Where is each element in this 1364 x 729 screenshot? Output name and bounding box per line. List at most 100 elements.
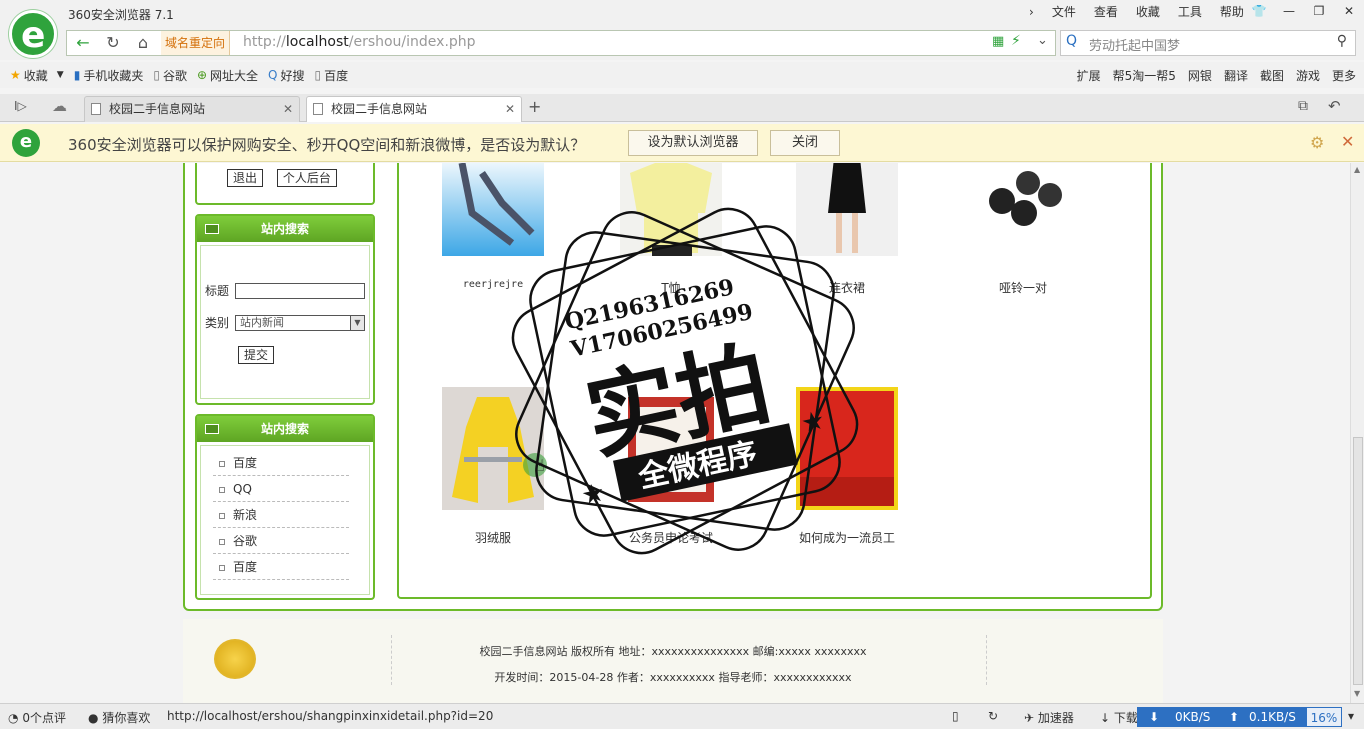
bookmark-favorites[interactable]: ★ 收藏 ▼ [10, 67, 64, 84]
home-button[interactable]: ⌂ [131, 31, 155, 55]
watermark-stamp: Q2196316269 V17060256499 实拍 全微程序 ★ ★ [511, 207, 859, 555]
download-speed: 0KB/S [1175, 710, 1211, 724]
close-icon[interactable]: ✕ [1341, 132, 1354, 151]
tab-2[interactable]: 校园二手信息网站 ✕ [306, 96, 522, 122]
title-input[interactable] [235, 283, 365, 299]
footer-credits: 开发时间：2015-04-28 作者：xxxxxxxxxx 指导老师：xxxxx… [494, 671, 852, 684]
bookmark-mobile[interactable]: ▮ 手机收藏夹 [74, 67, 144, 84]
menu-chevron-icon[interactable]: › [1020, 4, 1043, 20]
link-item[interactable]: 百度 [213, 450, 349, 476]
close-window-button[interactable]: ✕ [1334, 0, 1364, 22]
scroll-down-icon[interactable]: ▼ [1354, 689, 1360, 698]
refresh-button[interactable]: ↻ [101, 31, 125, 55]
scroll-up-icon[interactable]: ▲ [1354, 165, 1360, 174]
minimize-button[interactable]: — [1274, 0, 1304, 22]
up-arrow-icon: ⬆ [1229, 710, 1240, 724]
link-item[interactable]: 谷歌 [213, 528, 349, 554]
restore-tabs-icon[interactable]: ⧉ [1298, 98, 1308, 114]
redirect-badge[interactable]: 域名重定向 [161, 31, 231, 55]
links-list: 百度 QQ 新浪 谷歌 百度 [200, 445, 370, 595]
window-controls: 👕 — ❐ ✕ [1244, 0, 1364, 22]
search-box[interactable]: Q 劳动托起中国梦 ⚲ [1060, 30, 1356, 56]
site-search-box: 站内搜索 标题 类别 站内新闻 ▼ 提交 [195, 214, 375, 405]
notification-message: 360安全浏览器可以保护网购安全、秒开QQ空间和新浪微博，是否设为默认？ [68, 136, 586, 154]
category-select[interactable]: 站内新闻 ▼ [235, 315, 365, 331]
main-menu: › 文件 查看 收藏 工具 帮助 [1020, 4, 1253, 20]
toolbar-bank[interactable]: 网银 [1188, 67, 1212, 84]
toolbar-more[interactable]: 更多 [1332, 67, 1356, 84]
set-default-button[interactable]: 设为默认浏览器 [628, 130, 758, 156]
menu-file[interactable]: 文件 [1043, 4, 1085, 20]
maximize-button[interactable]: ❐ [1304, 0, 1334, 22]
url-dropdown-icon[interactable]: ⌄ [1037, 33, 1048, 48]
phone-icon[interactable]: ▯ [952, 709, 959, 723]
upload-speed: 0.1KB/S [1249, 710, 1296, 724]
sidebar-toggle-icon[interactable]: I▷ [14, 99, 27, 113]
new-tab-button[interactable]: + [528, 97, 541, 116]
guess-status[interactable]: ● 猜你喜欢 [88, 709, 150, 726]
status-bar: ◔ 0个点评 ● 猜你喜欢 http://localhost/ershou/sh… [0, 703, 1364, 729]
qr-code-icon[interactable]: ▦ [992, 34, 1004, 49]
page-icon: ▯ [314, 68, 322, 82]
link-item[interactable]: 新浪 [213, 502, 349, 528]
product-name[interactable]: 哑铃一对 [972, 279, 1074, 296]
product-image[interactable] [972, 163, 1074, 256]
address-bar[interactable]: ← ↻ ⌂ 域名重定向 http://localhost/ershou/inde… [66, 30, 1056, 56]
cloud-icon[interactable]: ☁ [52, 97, 67, 115]
menu-favorites[interactable]: 收藏 [1127, 4, 1169, 20]
bookmark-sites[interactable]: ⊕ 网址大全 [197, 67, 258, 84]
vertical-scrollbar[interactable]: ▲ ▼ [1350, 163, 1364, 703]
toolbar-bang5[interactable]: 帮5淘一帮5 [1113, 67, 1176, 84]
toolbar-screenshot[interactable]: 截图 [1260, 67, 1284, 84]
browser-logo-icon: e [12, 129, 40, 157]
comment-icon: ◔ [8, 711, 19, 725]
notification-close-button[interactable]: 关闭 [770, 130, 840, 156]
star-icon: ★ [579, 477, 608, 511]
search-icon[interactable]: ⚲ [1337, 33, 1347, 49]
link-item[interactable]: QQ [213, 476, 349, 502]
toolbar-translate[interactable]: 翻译 [1224, 67, 1248, 84]
lightning-icon[interactable]: ⚡ [1011, 33, 1021, 49]
chevron-down-icon: ▼ [350, 316, 364, 330]
url-text[interactable]: http://localhost/ershou/index.php [243, 34, 476, 50]
phone-icon: ▮ [73, 68, 81, 82]
bookmark-haosou[interactable]: Q 好搜 [268, 67, 304, 84]
category-label: 类别 [205, 316, 230, 330]
user-box: 退出 个人后台 [195, 163, 375, 205]
cpu-percent[interactable]: 16% [1306, 707, 1342, 727]
logout-button[interactable]: 退出 [227, 169, 264, 187]
bookmark-google[interactable]: ▯ 谷歌 [153, 67, 187, 84]
backend-button[interactable]: 个人后台 [276, 169, 337, 187]
refresh-icon[interactable]: ↻ [988, 709, 998, 723]
toolbar-extend[interactable]: 扩展 [1077, 67, 1101, 84]
search-engine-icon[interactable]: Q [1066, 33, 1077, 49]
product-card[interactable]: 哑铃一对 [972, 163, 1074, 296]
chevron-down-icon[interactable]: ▾ [1348, 709, 1354, 723]
undo-icon[interactable]: ↶ [1328, 97, 1341, 115]
skin-icon[interactable]: 👕 [1244, 0, 1274, 22]
tab-1[interactable]: 校园二手信息网站 ✕ [84, 96, 300, 122]
back-button[interactable]: ← [71, 31, 95, 55]
toolbar-games[interactable]: 游戏 [1296, 67, 1320, 84]
menu-view[interactable]: 查看 [1085, 4, 1127, 20]
close-tab-icon[interactable]: ✕ [283, 97, 293, 121]
submit-button[interactable]: 提交 [238, 346, 275, 364]
toolbar-extensions: 扩展 帮5淘一帮5 网银 翻译 截图 游戏 更多 [1065, 62, 1356, 88]
gear-icon[interactable]: ⚙ [1310, 133, 1324, 152]
panel-icon [205, 424, 219, 434]
menu-tools[interactable]: 工具 [1169, 4, 1211, 20]
chevron-down-icon[interactable]: ▼ [57, 70, 64, 80]
scrollbar-thumb[interactable] [1353, 437, 1363, 685]
links-box: 站内搜索 百度 QQ 新浪 谷歌 百度 [195, 414, 375, 600]
browser-logo-icon[interactable]: e [9, 10, 57, 58]
comments-status[interactable]: ◔ 0个点评 [8, 709, 66, 726]
search-input[interactable]: 劳动托起中国梦 [1089, 35, 1180, 54]
download-status[interactable]: ↓ 下载 [1100, 709, 1138, 726]
bookmark-baidu[interactable]: ▯ 百度 [315, 67, 349, 84]
close-tab-icon[interactable]: ✕ [505, 97, 515, 121]
download-icon: ↓ [1100, 711, 1111, 725]
dot-icon: ● [88, 711, 99, 725]
accelerator-status[interactable]: ✈ 加速器 [1024, 709, 1074, 726]
link-item[interactable]: 百度 [213, 554, 349, 580]
star-icon: ★ [799, 405, 828, 439]
